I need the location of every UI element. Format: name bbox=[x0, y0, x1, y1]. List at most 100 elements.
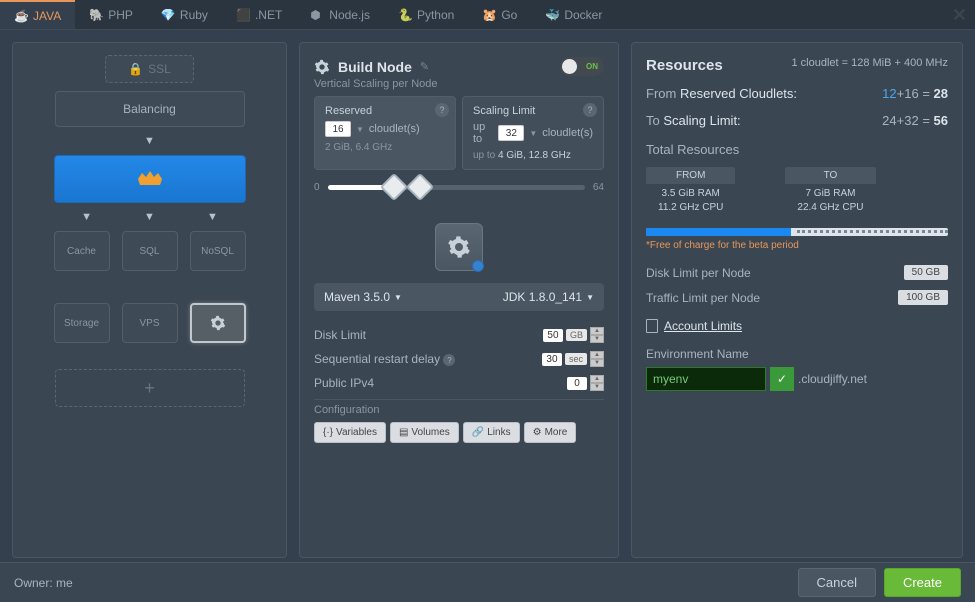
edit-icon[interactable]: ✎ bbox=[420, 60, 429, 73]
resources-panel: Resources 1 cloudlet = 128 MiB + 400 MHz… bbox=[631, 42, 963, 558]
node-image[interactable] bbox=[435, 223, 483, 271]
restart-delay-label: Sequential restart delay ? bbox=[314, 352, 455, 367]
variables-button[interactable]: {·}Variables bbox=[314, 422, 386, 443]
info-icon[interactable] bbox=[472, 260, 484, 272]
create-button[interactable]: Create bbox=[884, 568, 961, 597]
tab-java[interactable]: ☕JAVA bbox=[0, 0, 75, 29]
account-limits-link[interactable]: Account Limits bbox=[664, 319, 742, 333]
nodejs-icon: ⬢ bbox=[310, 8, 324, 22]
from-resources-box: FROM 3.5 GiB RAM11.2 GHz CPU bbox=[646, 167, 735, 218]
lock-icon: 🔒 bbox=[128, 62, 143, 76]
cancel-button[interactable]: Cancel bbox=[798, 568, 876, 597]
build-node-toggle[interactable]: ON bbox=[560, 57, 604, 76]
total-resources-label: Total Resources bbox=[646, 142, 948, 157]
gear-icon: ⚙ bbox=[533, 427, 542, 438]
more-button[interactable]: ⚙More bbox=[524, 422, 577, 443]
tab-ruby[interactable]: 💎Ruby bbox=[147, 0, 222, 29]
disk-limit-badge: 50 GB bbox=[904, 265, 948, 280]
restart-stepper[interactable]: ▲▼ bbox=[590, 351, 604, 367]
language-tabs: ☕JAVA 🐘PHP 💎Ruby ⬛.NET ⬢Node.js 🐍Python … bbox=[0, 0, 975, 30]
disk-limit-value[interactable]: 50 bbox=[543, 329, 563, 342]
tab-docker[interactable]: 🐳Docker bbox=[531, 0, 616, 29]
arrow-down-icon: ▼ bbox=[81, 211, 92, 223]
tomcat-icon bbox=[136, 169, 164, 189]
build-node-title: Build Node bbox=[338, 59, 412, 75]
cloudlet-slider[interactable] bbox=[328, 185, 585, 190]
scaling-limit-box: ? Scaling Limit up to▼cloudlet(s) up to … bbox=[462, 96, 604, 170]
disk-icon: ▤ bbox=[399, 427, 408, 438]
traffic-limit-label: Traffic Limit per Node bbox=[646, 291, 760, 305]
gear-icon bbox=[210, 315, 226, 331]
tab-php[interactable]: 🐘PHP bbox=[75, 0, 147, 29]
ssl-button[interactable]: 🔒SSL bbox=[105, 55, 194, 83]
reserved-cloudlets-box: ? Reserved ▼cloudlet(s) 2 GiB, 6.4 GHz bbox=[314, 96, 456, 170]
chevron-down-icon[interactable]: ▼ bbox=[356, 125, 364, 134]
limit-input[interactable] bbox=[498, 125, 524, 141]
topology-panel: 🔒SSL Balancing ▼ ▼ ▼ ▼ Cache SQL NoSQL S… bbox=[12, 42, 287, 558]
environment-domain: .cloudjiffy.net bbox=[798, 372, 867, 386]
sql-node[interactable]: SQL bbox=[122, 231, 178, 271]
arrow-down-icon: ▼ bbox=[144, 211, 155, 223]
nosql-node[interactable]: NoSQL bbox=[190, 231, 246, 271]
version-selector[interactable]: Maven 3.5.0▼ JDK 1.8.0_141▼ bbox=[314, 283, 604, 311]
slider-handle-limit[interactable] bbox=[406, 173, 434, 201]
php-icon: 🐘 bbox=[89, 8, 103, 22]
arrow-down-icon: ▼ bbox=[144, 135, 155, 147]
to-resources-box: TO 7 GiB RAM22.4 GHz CPU bbox=[785, 167, 875, 218]
balancing-button[interactable]: Balancing bbox=[55, 91, 245, 127]
add-node-button[interactable]: + bbox=[55, 369, 245, 407]
tab-dotnet[interactable]: ⬛.NET bbox=[222, 0, 296, 29]
arrow-down-icon: ▼ bbox=[207, 211, 218, 223]
ipv4-label: Public IPv4 bbox=[314, 376, 374, 390]
chevron-down-icon[interactable]: ▼ bbox=[529, 129, 537, 138]
build-node[interactable] bbox=[190, 303, 246, 343]
gear-icon bbox=[447, 235, 471, 259]
cache-node[interactable]: Cache bbox=[54, 231, 110, 271]
environment-name-input[interactable] bbox=[646, 367, 766, 391]
check-icon: ✓ bbox=[770, 367, 794, 391]
braces-icon: {·} bbox=[323, 427, 333, 438]
python-icon: 🐍 bbox=[398, 8, 412, 22]
disk-limit-label: Disk Limit bbox=[314, 328, 366, 342]
link-icon: 🔗 bbox=[472, 427, 484, 438]
ipv4-value[interactable]: 0 bbox=[567, 377, 587, 390]
resources-title: Resources bbox=[646, 57, 723, 74]
cloudlet-note: 1 cloudlet = 128 MiB + 400 MHz bbox=[791, 57, 948, 69]
ruby-icon: 💎 bbox=[161, 8, 175, 22]
close-button[interactable]: ✕ bbox=[952, 5, 967, 26]
scaling-subtitle: Vertical Scaling per Node bbox=[314, 78, 604, 90]
dotnet-icon: ⬛ bbox=[236, 8, 250, 22]
beta-note: *Free of charge for the beta period bbox=[646, 240, 948, 251]
chevron-down-icon: ▼ bbox=[586, 293, 594, 302]
ipv4-stepper[interactable]: ▲▼ bbox=[590, 375, 604, 391]
owner-label: Owner: me bbox=[14, 576, 73, 590]
build-config-panel: Build Node ✎ ON Vertical Scaling per Nod… bbox=[299, 42, 619, 558]
environment-name-label: Environment Name bbox=[646, 347, 948, 361]
footer: Owner: me Cancel Create bbox=[0, 562, 975, 602]
app-server-node[interactable] bbox=[54, 155, 246, 203]
java-icon: ☕ bbox=[14, 9, 28, 23]
help-icon[interactable]: ? bbox=[443, 354, 455, 366]
help-icon[interactable]: ? bbox=[435, 103, 449, 117]
vps-node[interactable]: VPS bbox=[122, 303, 178, 343]
slider-handle-reserved[interactable] bbox=[380, 173, 408, 201]
restart-delay-value[interactable]: 30 bbox=[542, 353, 562, 366]
disk-limit-per-node-label: Disk Limit per Node bbox=[646, 266, 751, 280]
chevron-down-icon: ▼ bbox=[394, 293, 402, 302]
tab-go[interactable]: 🐹Go bbox=[468, 0, 531, 29]
document-icon bbox=[646, 319, 658, 333]
disk-stepper[interactable]: ▲▼ bbox=[590, 327, 604, 343]
volumes-button[interactable]: ▤Volumes bbox=[390, 422, 459, 443]
gear-icon bbox=[314, 59, 330, 75]
tab-python[interactable]: 🐍Python bbox=[384, 0, 468, 29]
traffic-limit-badge: 100 GB bbox=[898, 290, 948, 305]
storage-node[interactable]: Storage bbox=[54, 303, 110, 343]
reserved-input[interactable] bbox=[325, 121, 351, 137]
configuration-label: Configuration bbox=[314, 399, 604, 416]
links-button[interactable]: 🔗Links bbox=[463, 422, 520, 443]
resources-progress bbox=[646, 228, 948, 236]
tab-nodejs[interactable]: ⬢Node.js bbox=[296, 0, 384, 29]
docker-icon: 🐳 bbox=[545, 8, 559, 22]
help-icon[interactable]: ? bbox=[583, 103, 597, 117]
go-icon: 🐹 bbox=[482, 8, 496, 22]
